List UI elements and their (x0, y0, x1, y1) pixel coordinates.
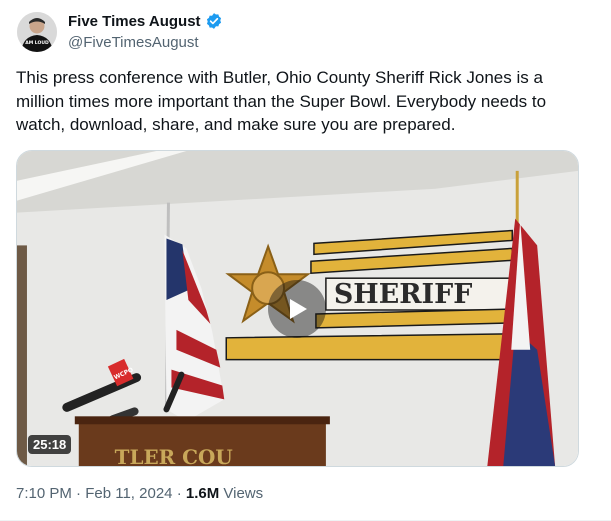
author-name-row: Five Times August (68, 12, 223, 30)
play-icon (290, 299, 307, 319)
views-label: Views (223, 485, 264, 502)
post-time[interactable]: 7:10 PM (16, 485, 72, 502)
meta-separator: · (176, 485, 182, 502)
play-button[interactable] (268, 280, 326, 338)
tweet-meta: 7:10 PM · Feb 11, 2024 · 1.6M Views (16, 485, 263, 502)
meta-separator: · (76, 485, 82, 502)
display-name[interactable]: Five Times August (68, 13, 201, 30)
video-duration-badge: 25:18 (28, 435, 72, 454)
tweet-text: This press conference with Butler, Ohio … (16, 68, 547, 134)
post-date[interactable]: Feb 11, 2024 (85, 485, 172, 502)
video-player[interactable]: SHERIFF WCPO TLER COU 25:18 (16, 150, 579, 467)
avatar[interactable]: AM LOUD (17, 12, 57, 52)
verified-badge-icon (205, 12, 223, 30)
podium-text: TLER COU (115, 445, 233, 466)
handle[interactable]: @FiveTimesAugust (68, 34, 199, 51)
views-count: 1.6M (185, 485, 220, 502)
avatar-shirt-text: AM LOUD (25, 40, 49, 46)
wall-sign-text: SHERIFF (334, 279, 472, 310)
avatar-image: AM LOUD (17, 12, 57, 52)
